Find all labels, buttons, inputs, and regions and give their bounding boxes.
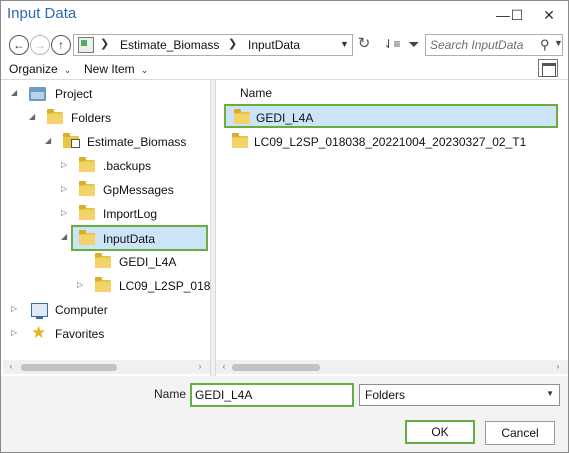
search-options-icon[interactable]: ▼ — [554, 38, 563, 48]
chevron-down-icon: ⌄ — [63, 65, 72, 75]
content-pane: Name GEDI_L4A LC09_L2SP_018038_20221004_… — [216, 80, 568, 376]
home-folder-icon — [63, 133, 80, 148]
dialog-footer: Name Folders ▼ OK Cancel — [1, 376, 568, 452]
back-button[interactable]: ← — [9, 35, 29, 55]
list-item[interactable]: LC09_L2SP_018038_20221004_20230327_02_T1 — [224, 130, 558, 154]
scrollbar-thumb[interactable] — [232, 364, 320, 371]
chevron-down-icon: ⌄ — [140, 65, 149, 75]
maximize-icon[interactable]: ☐ — [499, 1, 535, 29]
folder-icon — [232, 133, 248, 148]
tree-horizontal-scrollbar[interactable]: ‹ › — [3, 360, 210, 374]
filter-icon[interactable]: ⏷ — [403, 34, 425, 56]
expand-icon[interactable]: ▷ — [11, 328, 21, 337]
forward-button[interactable]: → — [30, 35, 50, 55]
project-icon — [29, 87, 46, 101]
tree-item-lc09[interactable]: ▷ LC09_L2SP_01803 — [3, 275, 210, 297]
expand-icon[interactable]: ▷ — [61, 208, 71, 217]
list-item-label: GEDI_L4A — [256, 111, 314, 125]
folder-icon — [79, 230, 95, 245]
folder-icon — [47, 109, 63, 124]
tree-item-gpmessages[interactable]: ▷ GpMessages — [3, 179, 203, 201]
tree-item-computer[interactable]: ▷ Computer — [3, 299, 203, 321]
toolbar: Organize ⌄ New Item ⌄ — [1, 59, 568, 79]
input-data-dialog: Input Data — ☐ ✕ ← → ↑ ❯ Estimate_Biomas… — [0, 0, 569, 453]
new-item-menu[interactable]: New Item ⌄ — [84, 62, 148, 76]
refresh-icon[interactable]: ↻ — [355, 36, 373, 54]
tree-item-label: .backups — [103, 159, 152, 173]
breadcrumb-item[interactable]: InputData — [248, 38, 300, 52]
tree-item-label: ImportLog — [103, 207, 158, 221]
folder-icon — [95, 253, 111, 268]
ok-button[interactable]: OK — [405, 420, 475, 444]
name-field-label: Name — [154, 387, 187, 401]
tree-item-label: GEDI_L4A — [119, 255, 177, 269]
folder-icon — [234, 109, 250, 124]
content-horizontal-scrollbar[interactable]: ‹ › — [216, 360, 568, 374]
new-item-label: New Item — [84, 62, 135, 76]
collapse-icon[interactable]: ◢ — [11, 88, 21, 97]
expand-icon[interactable]: ▷ — [61, 184, 71, 193]
name-input[interactable] — [190, 383, 354, 407]
collapse-icon[interactable]: ◢ — [61, 232, 71, 241]
tree-item-importlog[interactable]: ▷ ImportLog — [3, 203, 203, 225]
star-icon: ★ — [31, 323, 47, 342]
cancel-button[interactable]: Cancel — [485, 421, 555, 445]
tree-item-label: Estimate_Biomass — [87, 135, 187, 149]
tree-item-label: Project — [55, 87, 93, 101]
organize-menu[interactable]: Organize ⌄ — [9, 62, 71, 76]
sort-icon[interactable]: ⇃≡ — [381, 34, 403, 56]
name-column-header[interactable]: Name — [240, 86, 272, 100]
tree-item-label: Computer — [55, 303, 108, 317]
tree-item-label: Favorites — [55, 327, 105, 341]
scroll-left-icon[interactable]: ‹ — [5, 361, 17, 373]
tree-item-folders[interactable]: ◢ Folders — [3, 107, 203, 129]
dialog-title: Input Data — [7, 5, 77, 22]
tree-item-favorites[interactable]: ▷ ★ Favorites — [3, 323, 203, 345]
expand-icon[interactable]: ▷ — [61, 160, 71, 169]
breadcrumb-separator-icon[interactable]: ❯ — [228, 37, 237, 50]
organize-label: Organize — [9, 62, 58, 76]
tree-item-label: Folders — [71, 111, 112, 125]
title-bar: Input Data — ☐ ✕ — [1, 1, 568, 29]
scroll-left-icon[interactable]: ‹ — [218, 361, 230, 373]
location-icon — [78, 37, 94, 53]
tree-item-backups[interactable]: ▷ .backups — [3, 155, 203, 177]
tree-item-label: LC09_L2SP_01803 — [119, 279, 210, 293]
folder-icon — [79, 205, 95, 220]
folder-icon — [95, 277, 111, 292]
view-options-icon[interactable] — [538, 59, 558, 77]
breadcrumb-item[interactable]: Estimate_Biomass — [120, 38, 219, 52]
search-box: ⚲ ▼ — [425, 34, 563, 56]
up-folder-button[interactable]: ↑ — [51, 35, 71, 55]
address-bar[interactable]: ❯ Estimate_Biomass ❯ InputData ▼ — [73, 34, 353, 56]
close-icon[interactable]: ✕ — [531, 1, 567, 29]
address-dropdown-icon[interactable]: ▼ — [340, 39, 349, 49]
folder-icon — [79, 157, 95, 172]
tree-item-inputdata[interactable]: InputData — [71, 225, 208, 251]
expand-icon[interactable]: ▷ — [11, 304, 21, 313]
collapse-icon[interactable]: ◢ — [45, 136, 55, 145]
collapse-icon[interactable]: ◢ — [29, 112, 39, 121]
navigation-bar: ← → ↑ ❯ Estimate_Biomass ❯ InputData ▼ ↻… — [1, 31, 568, 59]
item-type-value: Folders — [365, 388, 406, 402]
tree-item-label: GpMessages — [103, 183, 174, 197]
computer-icon — [31, 303, 48, 319]
chevron-down-icon: ▼ — [546, 389, 554, 398]
breadcrumb-separator-icon[interactable]: ❯ — [100, 37, 109, 50]
folder-tree: ◢ Project ◢ Folders ◢ Estimate_Biomass ▷… — [3, 80, 210, 376]
item-type-select[interactable]: Folders ▼ — [359, 384, 560, 406]
scroll-right-icon[interactable]: › — [194, 361, 206, 373]
search-icon[interactable]: ⚲ — [540, 37, 550, 53]
scroll-right-icon[interactable]: › — [552, 361, 564, 373]
folder-icon — [79, 181, 95, 196]
tree-item-project[interactable]: ◢ Project — [3, 83, 203, 105]
search-input[interactable] — [430, 37, 540, 53]
list-item-label: LC09_L2SP_018038_20221004_20230327_02_T1 — [254, 135, 527, 149]
list-item[interactable]: GEDI_L4A — [224, 104, 558, 128]
tree-item-label: InputData — [103, 232, 156, 246]
expand-icon[interactable]: ▷ — [77, 280, 87, 289]
tree-item-gedi-l4a[interactable]: GEDI_L4A — [3, 251, 210, 273]
scrollbar-thumb[interactable] — [21, 364, 117, 371]
tree-item-estimate-biomass[interactable]: ◢ Estimate_Biomass — [3, 131, 203, 153]
